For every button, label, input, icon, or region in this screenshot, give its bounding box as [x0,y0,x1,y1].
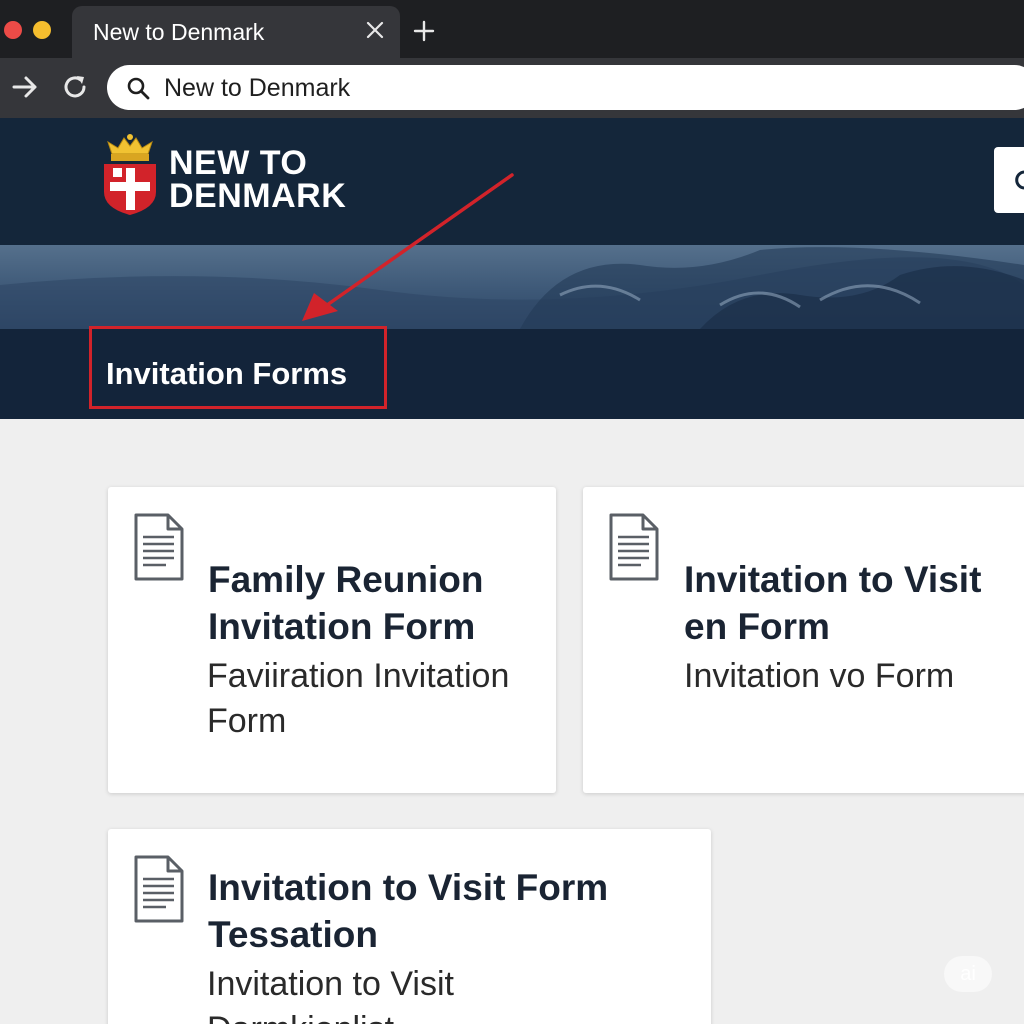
document-icon [609,513,659,581]
card-subtitle: Invitation to Visit Darmkionlist [207,965,454,1024]
tab-title: New to Denmark [93,19,265,45]
header-search-button[interactable] [994,147,1024,213]
address-bar[interactable]: New to Denmark [107,65,1024,110]
reload-icon[interactable] [60,72,90,102]
close-icon[interactable] [364,19,386,41]
document-icon [134,513,184,581]
browser-toolbar: New to Denmark [0,58,1024,118]
form-card-family-reunion[interactable]: Family Reunion Invitation Form Faviirati… [108,487,556,793]
watermark-badge: ai [944,956,992,992]
annotation-highlight-box [89,326,387,409]
address-text: New to Denmark [164,74,351,102]
crest-logo-icon[interactable] [100,134,160,216]
card-title: Invitation to Visit Form Tessation [208,867,609,955]
card-title: Invitation to Visit en Form [684,559,982,647]
arrow-right-icon[interactable] [10,72,40,102]
card-subtitle: Faviiration Invitation Form [207,657,510,740]
card-title: Family Reunion Invitation Form [208,559,484,647]
document-icon [134,855,184,923]
browser-tab-strip: New to Denmark [0,0,1024,58]
form-card-invitation-visit[interactable]: Invitation to Visit en Form Invitation v… [583,487,1024,793]
browser-tab[interactable]: New to Denmark [72,6,400,58]
search-icon [1015,170,1024,190]
search-icon [127,77,150,100]
annotation-arrow-icon [302,173,514,321]
form-card-invitation-visit-tessation[interactable]: Invitation to Visit Form Tessation Invit… [108,829,711,1024]
card-subtitle: Invitation vo Form [684,657,955,695]
window-close-dot[interactable] [4,21,22,39]
window-minimize-dot[interactable] [33,21,51,39]
plus-icon[interactable] [412,19,436,43]
